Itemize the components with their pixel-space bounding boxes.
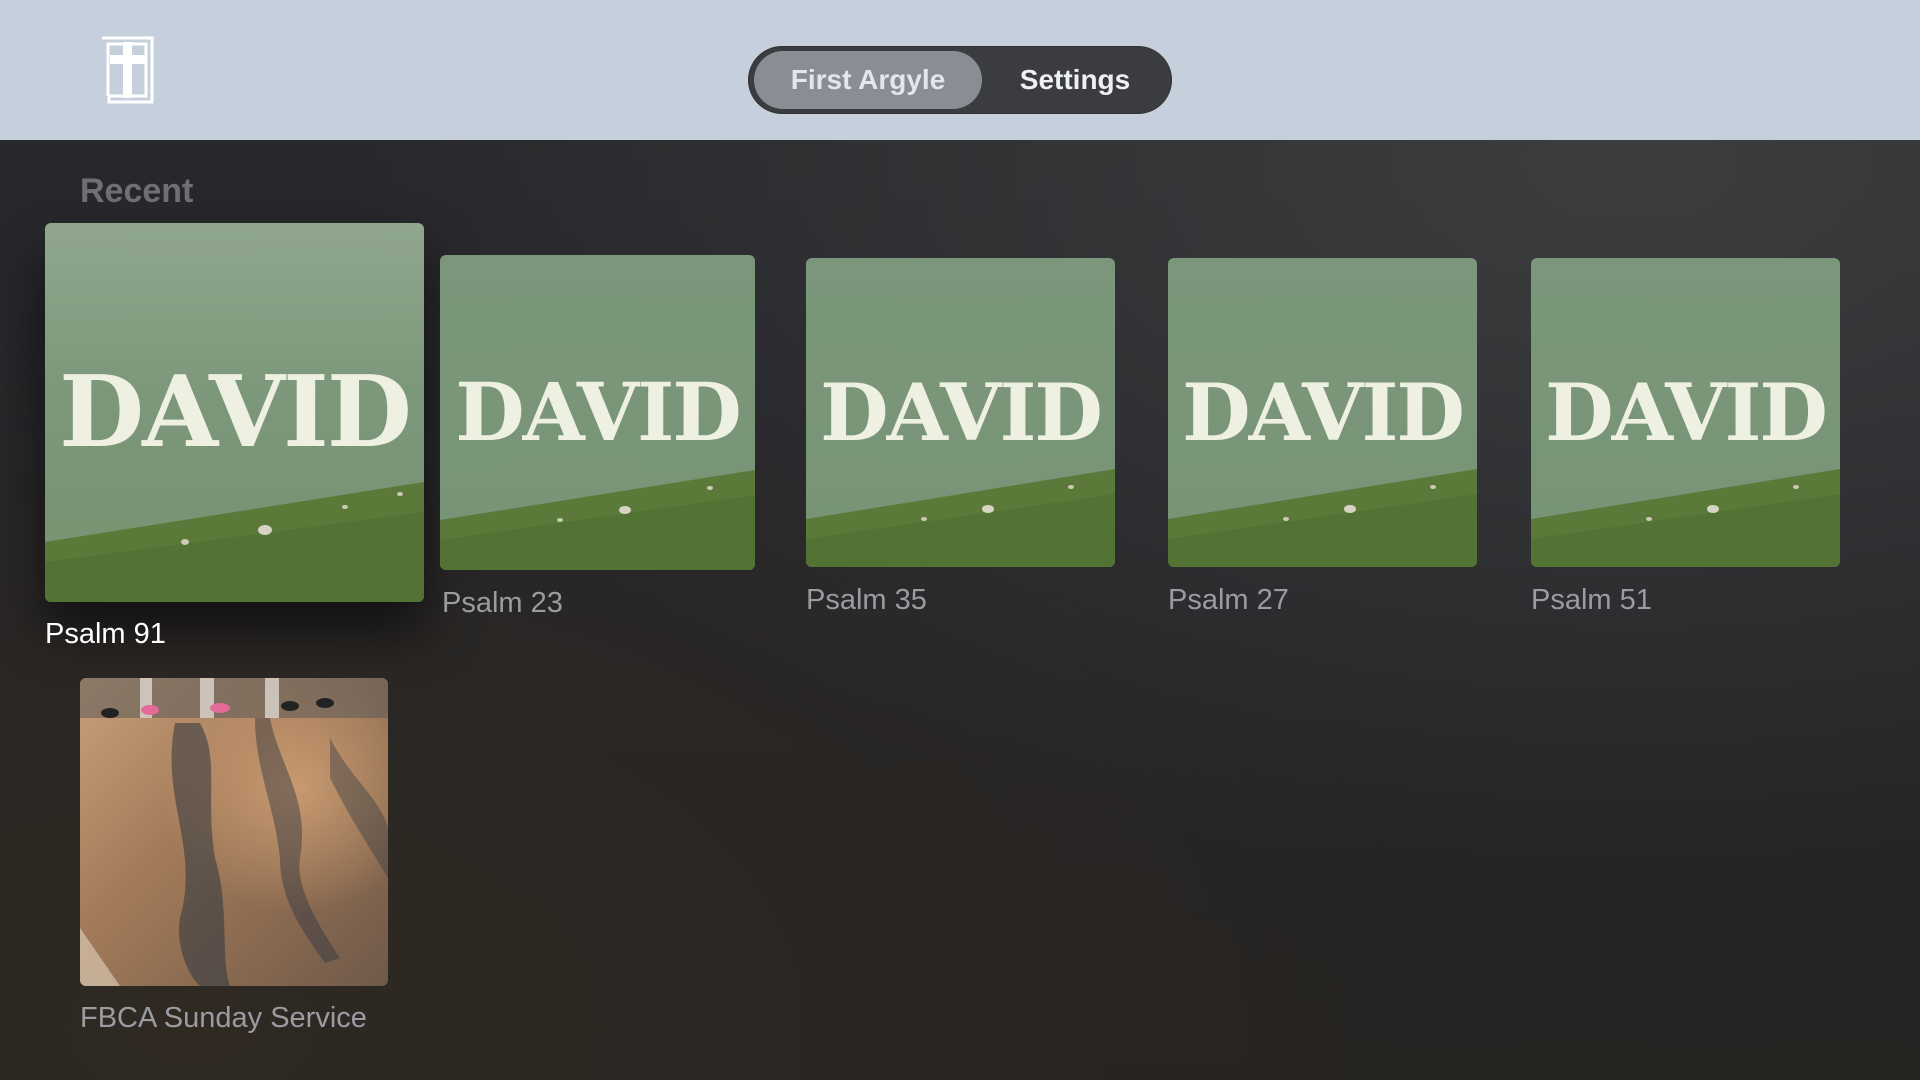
street-shadows-graphic [80,678,388,986]
hillside-graphic [440,470,755,570]
media-tile-psalm-91[interactable]: DAVID [45,223,424,602]
hillside-graphic [1168,469,1477,567]
artwork-title-text: DAVID [1545,366,1828,459]
artwork-title-text: DAVID [59,355,412,470]
hillside-graphic [45,482,424,602]
top-bar: First Argyle Settings [0,0,1920,140]
artwork-title-text: DAVID [1182,366,1465,459]
tab-settings[interactable]: Settings [984,51,1166,109]
section-title-recent: Recent [80,172,194,210]
tab-first-argyle[interactable]: First Argyle [754,51,982,109]
media-tile-psalm-23[interactable]: DAVID [440,255,755,570]
hillside-graphic [1531,469,1840,567]
tile-title: Psalm 51 [1531,584,1652,616]
media-tile-psalm-51[interactable]: DAVID [1531,258,1840,567]
media-tile-psalm-27[interactable]: DAVID [1168,258,1477,567]
tile-artwork: DAVID [806,258,1115,567]
photo-street-shadows [80,678,388,986]
cross-book-icon [102,36,154,104]
media-tile-fbca-sunday-service[interactable] [80,678,388,986]
tab-bar: First Argyle Settings [748,46,1172,114]
tile-title: Psalm 27 [1168,584,1289,616]
artwork-title-text: DAVID [820,366,1103,459]
tile-title: FBCA Sunday Service [80,1002,367,1034]
tile-artwork: DAVID [1531,258,1840,567]
tile-artwork: DAVID [1168,258,1477,567]
tile-artwork: DAVID [440,255,755,570]
artwork-title-text: DAVID [455,365,742,459]
hillside-graphic [806,469,1115,567]
tile-title: Psalm 35 [806,584,927,616]
media-tile-psalm-35[interactable]: DAVID [806,258,1115,567]
tile-title: Psalm 91 [45,618,166,650]
tile-title: Psalm 23 [442,587,563,619]
tile-artwork: DAVID [45,223,424,602]
